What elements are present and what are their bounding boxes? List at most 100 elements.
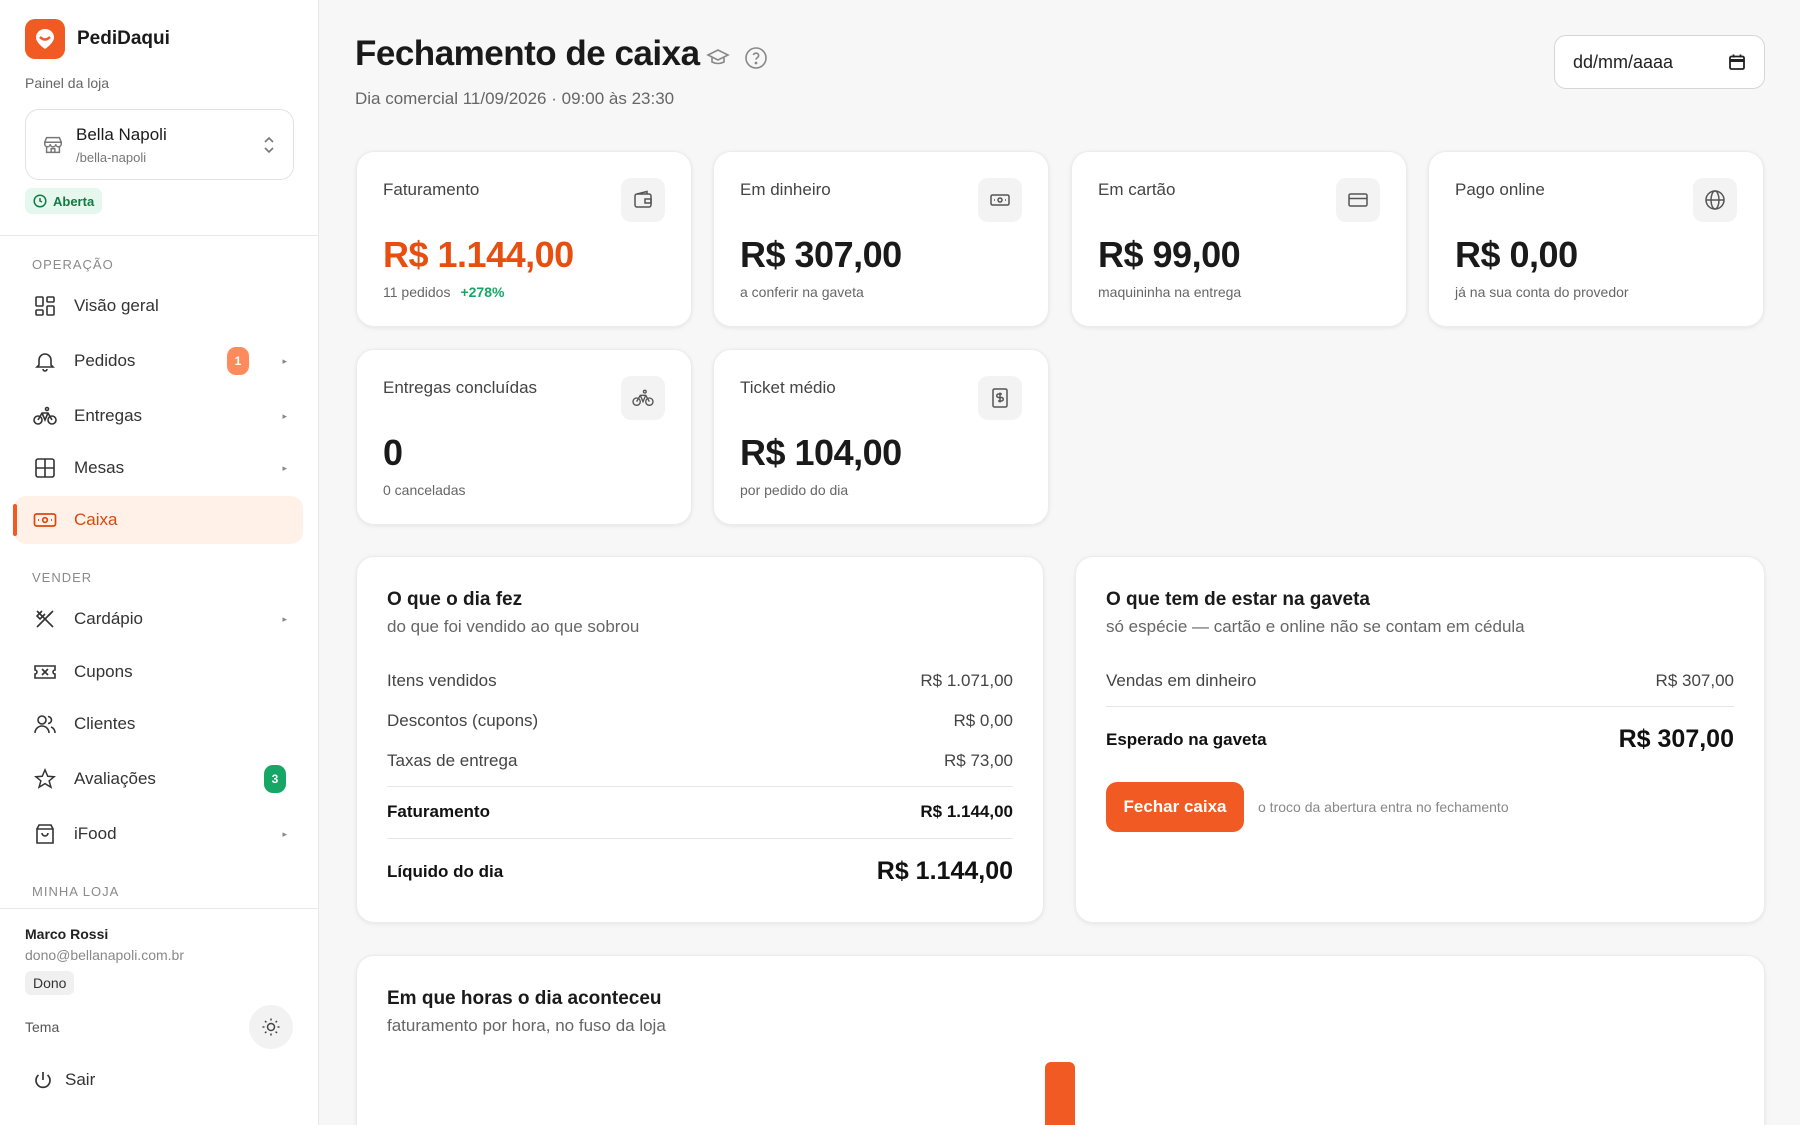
user-name: Marco Rossi xyxy=(25,926,109,942)
sidebar-divider xyxy=(0,235,319,236)
close-register-button[interactable]: Fechar caixa xyxy=(1106,782,1244,832)
summary-row-taxas: Taxas de entrega R$ 73,00 xyxy=(387,751,1013,771)
power-icon xyxy=(33,1070,53,1090)
kpi-card-entregas-concluidas: Entregas concluídas 0 0 canceladas xyxy=(356,349,692,525)
kpi-value: R$ 0,00 xyxy=(1455,234,1578,275)
clock-icon xyxy=(33,194,47,208)
panel-subtitle: faturamento por hora, no fuso da loja xyxy=(387,1016,666,1035)
credit-card-icon xyxy=(1336,178,1380,222)
caret-right-icon: ▸ xyxy=(282,355,287,366)
panel-label: Painel da loja xyxy=(25,75,110,91)
nav-item-ifood[interactable]: iFood ▸ xyxy=(14,810,303,858)
kpi-value: R$ 307,00 xyxy=(740,234,902,275)
store-status-label: Aberta xyxy=(53,193,95,209)
row-value: R$ 1.071,00 xyxy=(920,671,1013,690)
hourly-bar[interactable] xyxy=(1045,1062,1075,1125)
bell-icon xyxy=(32,348,58,374)
shopping-bag-icon xyxy=(32,821,58,847)
kpi-sub: 11 pedidos +278% xyxy=(383,284,504,300)
kpi-sub: 0 canceladas xyxy=(383,482,466,498)
panel-title: Em que horas o dia aconteceu xyxy=(387,988,662,1009)
nav-item-visao-geral[interactable]: Visão geral xyxy=(14,282,303,330)
kpi-card-em-dinheiro: Em dinheiro R$ 307,00 a conferir na gave… xyxy=(713,151,1049,327)
row-value: R$ 0,00 xyxy=(953,711,1013,730)
chevron-up-down-icon xyxy=(261,135,277,155)
banknote-icon xyxy=(978,178,1022,222)
users-icon xyxy=(32,711,58,737)
dashboard-grid-icon xyxy=(32,293,58,319)
caret-right-icon: ▸ xyxy=(282,462,287,473)
summary-row-liquido: Líquido do dia R$ 1.144,00 xyxy=(387,857,1013,886)
kpi-label: Ticket médio xyxy=(740,378,836,397)
kpi-card-faturamento: Faturamento R$ 1.144,00 11 pedidos +278% xyxy=(356,151,692,327)
nav-label: Clientes xyxy=(74,714,136,733)
kpi-value: 0 xyxy=(383,432,403,473)
bike-icon xyxy=(621,376,665,420)
nav-item-caixa[interactable]: Caixa xyxy=(13,496,303,544)
row-label: Esperado na gaveta xyxy=(1106,729,1267,749)
row-label: Taxas de entrega xyxy=(387,751,518,770)
date-picker-input[interactable]: dd/mm/aaaa xyxy=(1554,35,1765,89)
receipt-icon xyxy=(978,376,1022,420)
store-selector[interactable]: Bella Napoli /bella-napoli xyxy=(25,109,294,180)
nav-item-mesas[interactable]: Mesas ▸ xyxy=(14,444,303,492)
ticket-icon xyxy=(32,659,58,685)
calendar-icon[interactable] xyxy=(1728,53,1746,71)
graduation-cap-icon[interactable] xyxy=(706,48,730,68)
nav-item-avaliacoes[interactable]: Avaliações 3 xyxy=(14,755,303,803)
nav-label: Cardápio xyxy=(74,609,143,628)
row-label: Itens vendidos xyxy=(387,671,497,690)
orders-count: 11 pedidos xyxy=(383,284,451,300)
summary-row-descontos: Descontos (cupons) R$ 0,00 xyxy=(387,711,1013,731)
bike-icon xyxy=(32,403,58,429)
nav-item-clientes[interactable]: Clientes xyxy=(14,700,303,748)
panel-title: O que o dia fez xyxy=(387,589,523,610)
summary-row-faturamento: Faturamento R$ 1.144,00 xyxy=(387,802,1013,822)
date-placeholder: dd/mm/aaaa xyxy=(1573,51,1674,72)
theme-toggle-button[interactable] xyxy=(249,1005,293,1049)
nav-label: Avaliações xyxy=(74,769,156,788)
kpi-value: R$ 99,00 xyxy=(1098,234,1241,275)
row-value: R$ 307,00 xyxy=(1655,671,1734,690)
kpi-label: Em cartão xyxy=(1098,180,1176,199)
net-value: R$ 1.144,00 xyxy=(876,857,1013,885)
cash-register-icon xyxy=(32,507,58,533)
brand[interactable]: PediDaqui xyxy=(25,19,170,59)
store-name: Bella Napoli xyxy=(76,124,167,144)
logout-button[interactable]: Sair xyxy=(33,1070,95,1090)
nav-label: Visão geral xyxy=(74,296,159,315)
avaliacoes-count-badge: 3 xyxy=(264,765,286,793)
section-label-operacao: OPERAÇÃO xyxy=(32,257,114,272)
kpi-value: R$ 1.144,00 xyxy=(383,234,574,275)
summary-row-itens: Itens vendidos R$ 1.071,00 xyxy=(387,671,1013,691)
caret-right-icon: ▸ xyxy=(282,613,287,624)
nav-label: iFood xyxy=(74,824,117,843)
nav-item-entregas[interactable]: Entregas ▸ xyxy=(14,392,303,440)
wallet-icon xyxy=(621,178,665,222)
nav-item-pedidos[interactable]: Pedidos 1 ▸ xyxy=(14,337,303,385)
day-summary-panel: O que o dia fez do que foi vendido ao qu… xyxy=(356,556,1044,923)
nav-label: Caixa xyxy=(74,510,118,529)
table-grid-icon xyxy=(32,455,58,481)
kpi-sub: por pedido do dia xyxy=(740,482,849,498)
user-email: dono@bellanapoli.com.br xyxy=(25,947,184,963)
kpi-value: R$ 104,00 xyxy=(740,432,902,473)
close-note: o troco da abertura entra no fechamento xyxy=(1258,799,1509,815)
caret-right-icon: ▸ xyxy=(282,828,287,839)
utensils-icon xyxy=(32,606,58,632)
row-divider xyxy=(387,786,1013,787)
business-day-subtitle: Dia comercial 11/09/2026 · 09:00 às 23:3… xyxy=(355,89,675,108)
nav-item-cupons[interactable]: Cupons xyxy=(14,648,303,696)
sidebar: PediDaqui Painel da loja Bella Napoli /b… xyxy=(0,0,319,1125)
nav-item-cardapio[interactable]: Cardápio ▸ xyxy=(14,595,303,643)
globe-icon xyxy=(1693,178,1737,222)
store-icon xyxy=(42,134,64,156)
expected-value: R$ 307,00 xyxy=(1618,725,1734,753)
kpi-label: Entregas concluídas xyxy=(383,378,538,397)
kpi-card-pago-online: Pago online R$ 0,00 já na sua conta do p… xyxy=(1428,151,1764,327)
help-circle-icon[interactable] xyxy=(744,46,768,70)
logo-pin-icon xyxy=(25,19,65,59)
theme-label: Tema xyxy=(25,1019,60,1035)
growth-percentage: +278% xyxy=(460,284,505,300)
pedidos-count-badge: 1 xyxy=(227,347,249,375)
